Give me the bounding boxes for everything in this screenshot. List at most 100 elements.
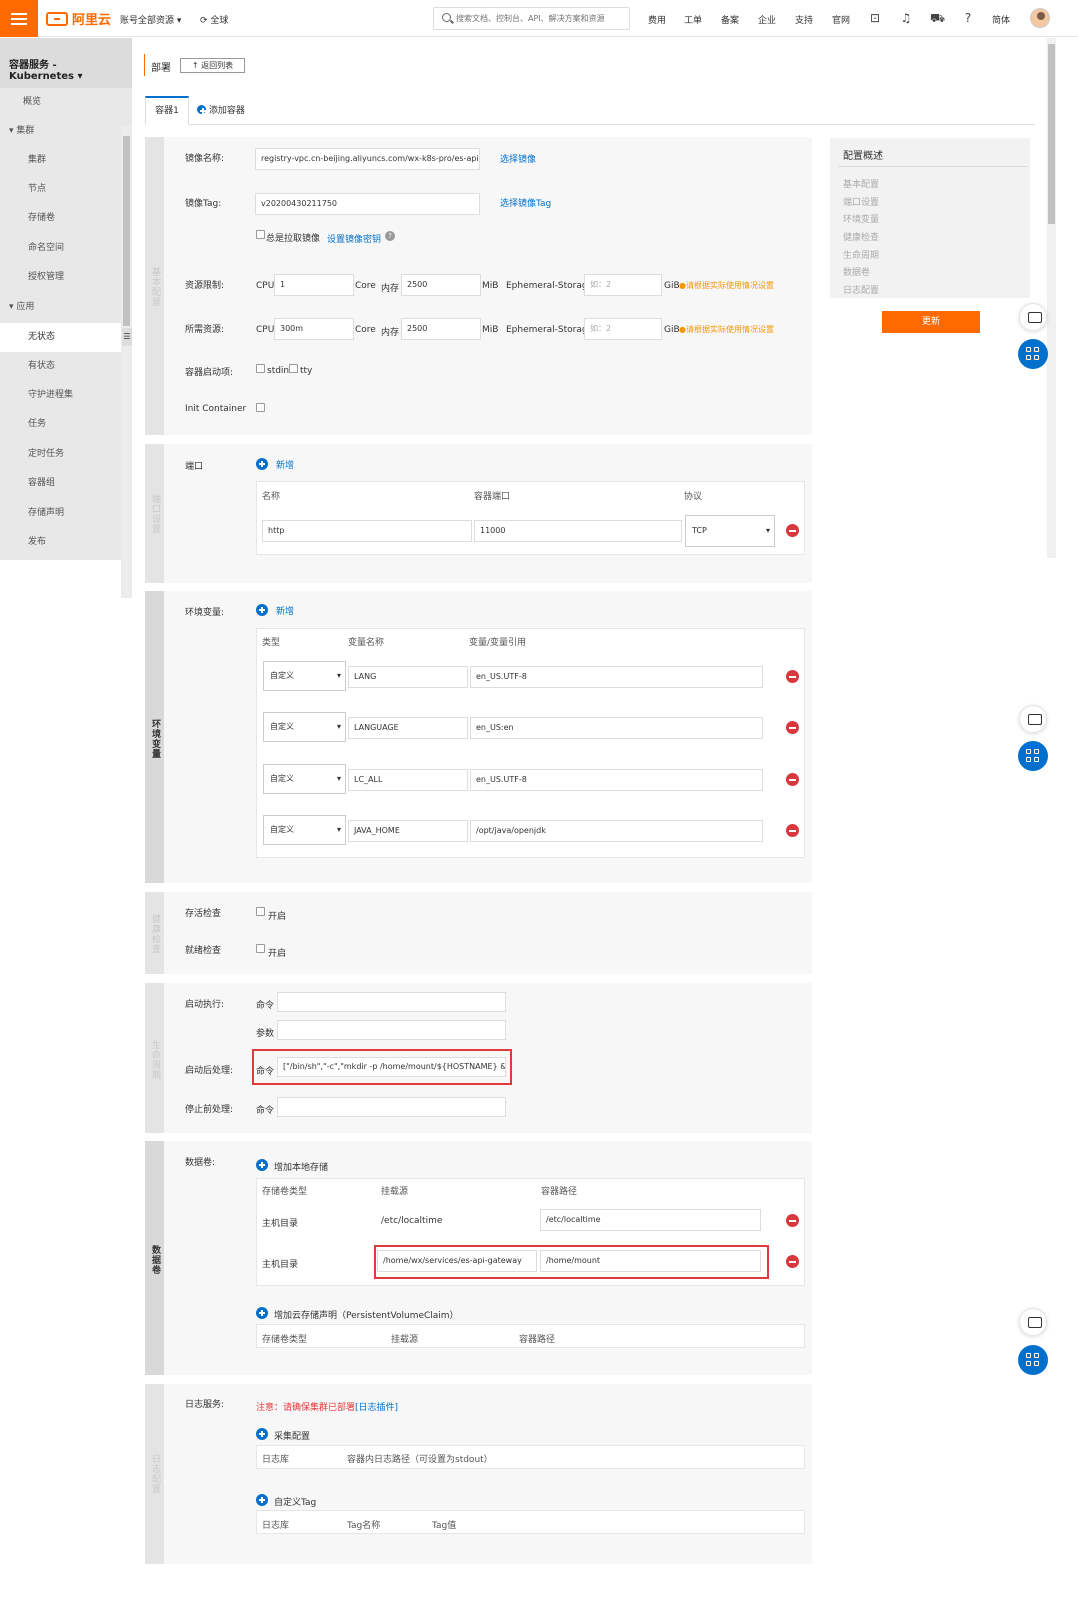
- always-pull-checkbox[interactable]: [256, 230, 265, 239]
- summary-item-logs[interactable]: 日志配置: [843, 283, 879, 296]
- summary-item-env[interactable]: 环境变量: [843, 212, 879, 225]
- sidebar-product-title[interactable]: 容器服务 - Kubernetes ▾: [0, 38, 132, 88]
- nav-icp[interactable]: 备案: [721, 13, 739, 26]
- nav-tickets[interactable]: 工单: [684, 13, 702, 26]
- env-name-input[interactable]: LANG: [348, 666, 468, 688]
- env-type-select[interactable]: 自定义: [263, 815, 346, 845]
- set-image-secret-link[interactable]: 设置镜像密钥: [327, 232, 381, 245]
- tab-container-1[interactable]: 容器1: [145, 96, 189, 125]
- add-pvc-icon[interactable]: [256, 1307, 268, 1319]
- add-pvc-link[interactable]: 增加云存储声明（PersistentVolumeClaim）: [274, 1308, 459, 1321]
- nav-support[interactable]: 支持: [795, 13, 813, 26]
- liveness-checkbox[interactable]: [256, 907, 265, 916]
- language-switch[interactable]: 简体: [992, 13, 1010, 26]
- start-args-input[interactable]: [277, 1020, 506, 1040]
- image-name-input[interactable]: registry-vpc.cn-beijing.aliyuncs.com/wx-…: [255, 148, 480, 170]
- port-name-input[interactable]: http: [262, 520, 472, 542]
- limit-memory-input[interactable]: 2500: [401, 274, 481, 296]
- sidebar-item-statefulsets[interactable]: 有状态: [0, 352, 121, 381]
- env-type-select[interactable]: 自定义: [263, 712, 346, 742]
- back-to-list-button[interactable]: ↑ 返回列表: [180, 58, 245, 73]
- summary-item-ports[interactable]: 端口设置: [843, 195, 879, 208]
- sidebar-group-cluster[interactable]: ▾ 集群: [0, 117, 121, 146]
- remove-env-icon[interactable]: [786, 670, 799, 683]
- tab-add-container[interactable]: 添加容器: [197, 103, 245, 116]
- start-command-input[interactable]: [277, 992, 506, 1012]
- select-image-link[interactable]: 选择镜像: [500, 152, 536, 165]
- nav-official-site[interactable]: 官网: [832, 13, 850, 26]
- update-button[interactable]: 更新: [882, 311, 980, 333]
- request-memory-input[interactable]: 2500: [401, 318, 481, 340]
- summary-item-lifecycle[interactable]: 生命周期: [843, 248, 879, 261]
- sidebar-item-overview[interactable]: 概览: [0, 88, 121, 117]
- summary-item-volumes[interactable]: 数据卷: [843, 265, 870, 278]
- sidebar-item-release[interactable]: 发布: [0, 528, 121, 557]
- container-port-input[interactable]: 11000: [474, 520, 682, 542]
- log-plugin-link[interactable]: [日志插件]: [355, 1403, 398, 1413]
- limit-cpu-input[interactable]: 1: [274, 274, 354, 296]
- add-port-link[interactable]: 新增: [276, 458, 294, 471]
- sidebar-item-nodes[interactable]: 节点: [0, 175, 121, 204]
- avatar[interactable]: [1030, 8, 1050, 28]
- env-name-input[interactable]: LC_ALL: [348, 769, 468, 791]
- bell-icon[interactable]: ♫: [899, 11, 913, 25]
- apps-grid-icon[interactable]: [1018, 339, 1048, 369]
- remove-env-icon[interactable]: [786, 721, 799, 734]
- add-custom-tag-icon[interactable]: [256, 1494, 268, 1506]
- post-start-command-input[interactable]: ["/bin/sh","-c","mkdir -p /home/mount/${…: [277, 1057, 506, 1077]
- add-env-link[interactable]: 新增: [276, 604, 294, 617]
- request-ephemeral-input[interactable]: 如：2: [584, 318, 662, 340]
- collect-config-link[interactable]: 采集配置: [274, 1429, 310, 1442]
- remove-volume-icon[interactable]: [786, 1255, 799, 1268]
- sidebar-item-volumes[interactable]: 存储卷: [0, 204, 121, 233]
- request-cpu-input[interactable]: 300m: [274, 318, 354, 340]
- env-value-input[interactable]: en_US.UTF-8: [470, 666, 763, 688]
- help-icon[interactable]: ?: [385, 231, 395, 241]
- cart-icon[interactable]: ⛟: [930, 11, 945, 25]
- add-port-icon[interactable]: [256, 458, 268, 470]
- remove-env-icon[interactable]: [786, 824, 799, 837]
- chat-icon[interactable]: [1019, 303, 1047, 331]
- env-name-input[interactable]: LANGUAGE: [348, 717, 468, 739]
- apps-grid-icon[interactable]: [1018, 1345, 1048, 1375]
- summary-item-basic[interactable]: 基本配置: [843, 177, 879, 190]
- account-scope-dropdown[interactable]: 账号全部资源 ▾: [120, 13, 181, 26]
- region-selector[interactable]: ⟳ 全球: [200, 13, 228, 26]
- volume-path-input[interactable]: /home/mount: [540, 1250, 761, 1272]
- env-value-input[interactable]: en_US:en: [470, 717, 763, 739]
- sidebar-scrollbar[interactable]: [121, 126, 132, 598]
- sidebar-item-authorization[interactable]: 授权管理: [0, 263, 121, 292]
- env-name-input[interactable]: JAVA_HOME: [348, 820, 468, 842]
- env-type-select[interactable]: 自定义: [263, 661, 346, 691]
- help-icon[interactable]: ?: [961, 11, 975, 25]
- remove-env-icon[interactable]: [786, 773, 799, 786]
- sidebar-item-clusters[interactable]: 集群: [0, 146, 121, 175]
- env-value-input[interactable]: /opt/java/openjdk: [470, 820, 763, 842]
- select-image-tag-link[interactable]: 选择镜像Tag: [500, 196, 551, 209]
- sidebar-item-cronjobs[interactable]: 定时任务: [0, 440, 121, 469]
- env-value-input[interactable]: en_US.UTF-8: [470, 769, 763, 791]
- sidebar-item-jobs[interactable]: 任务: [0, 410, 121, 439]
- stdin-checkbox[interactable]: [256, 364, 265, 373]
- page-scrollbar[interactable]: [1047, 38, 1056, 558]
- chat-icon[interactable]: [1019, 705, 1047, 733]
- add-collect-config-icon[interactable]: [256, 1428, 268, 1440]
- limit-ephemeral-input[interactable]: 如：2: [584, 274, 662, 296]
- init-container-checkbox[interactable]: [256, 403, 265, 412]
- nav-billing[interactable]: 费用: [648, 13, 666, 26]
- env-type-select[interactable]: 自定义: [263, 764, 346, 794]
- image-tag-input[interactable]: v20200430211750: [255, 193, 480, 215]
- protocol-select[interactable]: TCP: [685, 515, 775, 547]
- sidebar-item-pvcs[interactable]: 存储声明: [0, 499, 121, 528]
- add-env-icon[interactable]: [256, 604, 268, 616]
- sidebar-item-daemonsets[interactable]: 守护进程集: [0, 381, 121, 410]
- tty-checkbox[interactable]: [289, 364, 298, 373]
- custom-tag-link[interactable]: 自定义Tag: [274, 1495, 316, 1508]
- volume-source-input[interactable]: /home/wx/services/es-api-gateway: [377, 1250, 537, 1272]
- pre-stop-command-input[interactable]: [277, 1097, 506, 1117]
- sidebar-item-pods[interactable]: 容器组: [0, 469, 121, 498]
- add-local-storage-link[interactable]: 增加本地存储: [274, 1160, 328, 1173]
- remove-volume-icon[interactable]: [786, 1214, 799, 1227]
- sidebar-item-namespaces[interactable]: 命名空间: [0, 234, 121, 263]
- add-local-storage-icon[interactable]: [256, 1159, 268, 1171]
